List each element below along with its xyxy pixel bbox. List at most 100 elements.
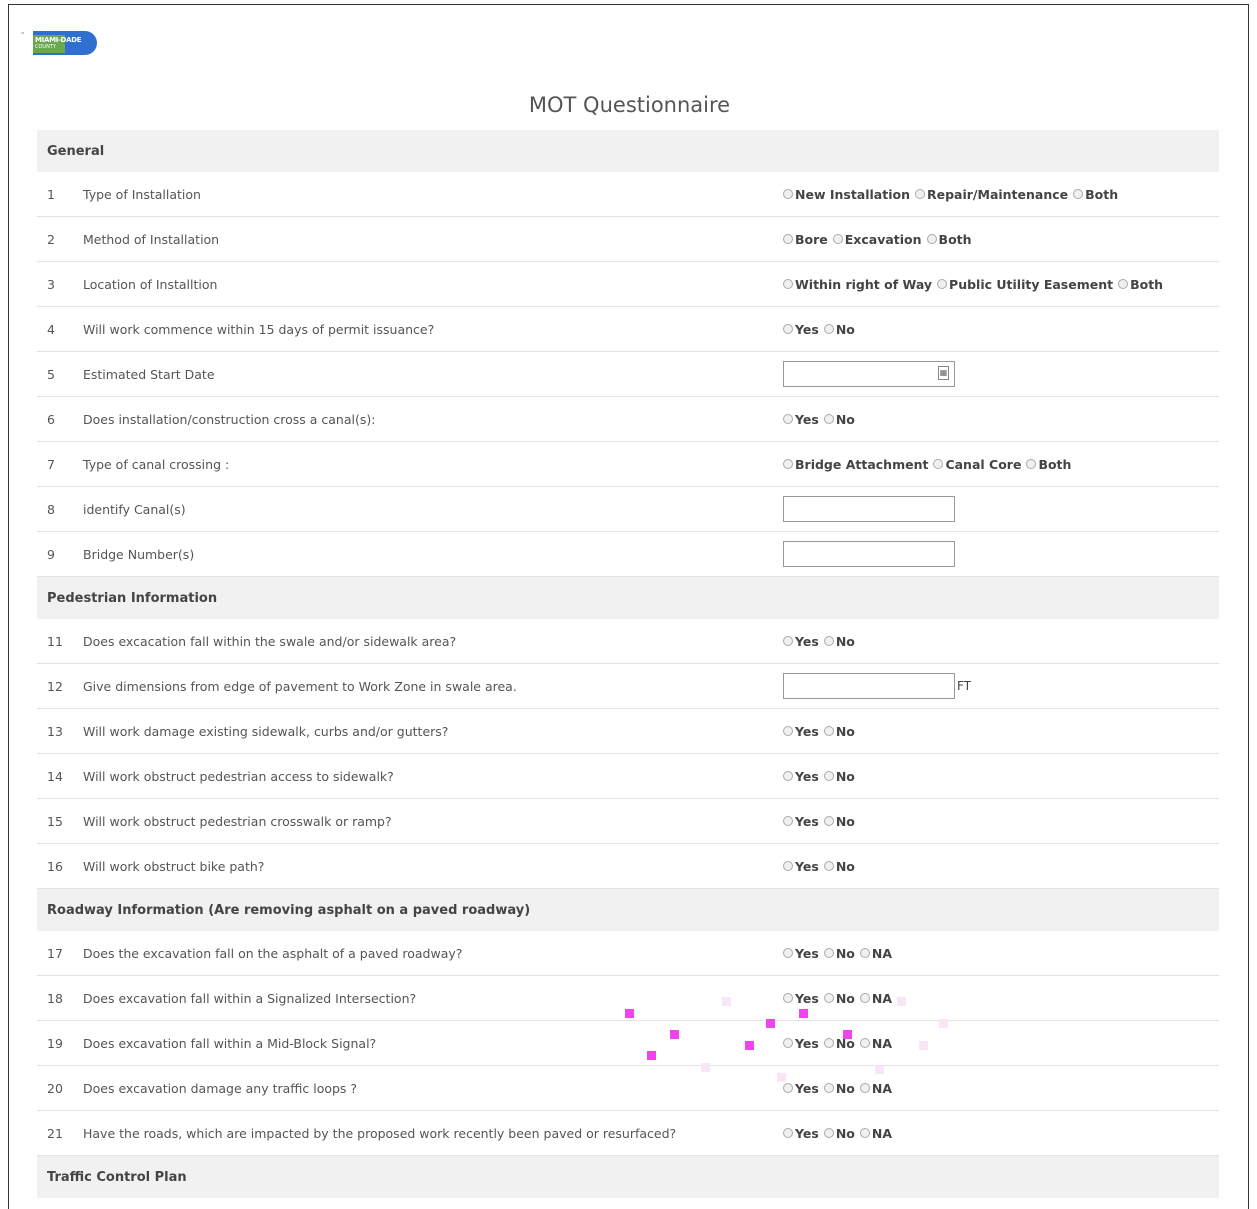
text-input[interactable] [783, 673, 955, 699]
radio-option-label[interactable]: NA [872, 1081, 892, 1096]
radio-option-label[interactable]: NA [872, 1036, 892, 1051]
radio-button[interactable] [859, 993, 870, 1003]
radio-button[interactable] [783, 279, 793, 289]
radio-option-label[interactable]: No [836, 991, 855, 1006]
radio-button[interactable] [783, 414, 793, 424]
radio-button[interactable] [823, 414, 834, 424]
radio-button[interactable] [915, 189, 925, 199]
radio-option-label[interactable]: Yes [795, 322, 819, 337]
radio-option-label[interactable]: Within right of Way [795, 277, 932, 292]
radio-button[interactable] [783, 324, 793, 334]
radio-button[interactable] [783, 816, 793, 826]
radio-button[interactable] [1118, 279, 1129, 289]
radio-button[interactable] [823, 636, 834, 646]
radio-option-label[interactable]: Yes [795, 1126, 819, 1141]
radio-option-label[interactable]: Canal Core [945, 457, 1021, 472]
question-text: Method of Installation [83, 231, 220, 247]
radio-button[interactable] [783, 726, 793, 736]
radio-option-label[interactable]: Yes [795, 859, 819, 874]
radio-option-label[interactable]: NA [872, 1126, 892, 1141]
radio-option-label[interactable]: No [836, 1126, 855, 1141]
radio-button[interactable] [1073, 189, 1084, 199]
radio-option-label[interactable]: No [836, 946, 855, 961]
radio-button[interactable] [823, 1083, 834, 1093]
question-number: 15 [47, 813, 63, 829]
radio-option-label[interactable]: Bridge Attachment [795, 457, 928, 472]
question-text: Have the roads, which are impacted by th… [83, 1125, 677, 1141]
artifact-dot [875, 1065, 884, 1074]
radio-option-label[interactable]: Yes [795, 991, 819, 1006]
question-text: Will work commence within 15 days of per… [83, 321, 435, 337]
radio-button[interactable] [859, 1038, 870, 1048]
radio-button[interactable] [933, 459, 944, 469]
radio-option-label[interactable]: Yes [795, 634, 819, 649]
radio-option-label[interactable]: Yes [795, 814, 819, 829]
question-number: 4 [47, 321, 55, 337]
question-number: 21 [47, 1125, 63, 1141]
radio-option-label[interactable]: Public Utility Easement [949, 277, 1113, 292]
radio-button[interactable] [823, 816, 834, 826]
radio-button[interactable] [783, 1128, 793, 1138]
radio-button[interactable] [783, 861, 793, 871]
radio-option-label[interactable]: No [836, 412, 855, 427]
radio-button[interactable] [783, 1038, 793, 1048]
radio-button[interactable] [823, 948, 834, 958]
question-text: Will work damage existing sidewalk, curb… [83, 723, 449, 739]
radio-button[interactable] [783, 189, 793, 199]
radio-option-label[interactable]: Yes [795, 1036, 819, 1051]
radio-option-label[interactable]: Excavation [845, 232, 922, 247]
radio-button[interactable] [783, 948, 793, 958]
radio-button[interactable] [926, 234, 937, 244]
question-number: 20 [47, 1080, 63, 1096]
radio-option-label[interactable]: No [836, 724, 855, 739]
radio-option-label[interactable]: Yes [795, 769, 819, 784]
text-input[interactable] [783, 496, 955, 522]
radio-option-label[interactable]: No [836, 1081, 855, 1096]
radio-button[interactable] [823, 993, 834, 1003]
text-input[interactable] [783, 541, 955, 567]
radio-button[interactable] [823, 861, 834, 871]
radio-button[interactable] [783, 234, 793, 244]
radio-button[interactable] [783, 771, 793, 781]
start-date-input[interactable]: ▦ [783, 361, 955, 387]
radio-button[interactable] [859, 1128, 870, 1138]
radio-option-label[interactable]: NA [872, 946, 892, 961]
radio-button[interactable] [1026, 459, 1037, 469]
question-number: 5 [47, 366, 55, 382]
radio-button[interactable] [823, 1038, 834, 1048]
radio-option-label[interactable]: Bore [795, 232, 828, 247]
radio-button[interactable] [859, 1083, 870, 1093]
radio-button[interactable] [823, 726, 834, 736]
radio-button[interactable] [832, 234, 843, 244]
radio-button[interactable] [783, 459, 793, 469]
radio-option-label[interactable]: No [836, 322, 855, 337]
calendar-icon[interactable]: ▦ [938, 366, 949, 380]
radio-button[interactable] [937, 279, 948, 289]
radio-option-label[interactable]: No [836, 634, 855, 649]
radio-option-label[interactable]: No [836, 859, 855, 874]
radio-option-label[interactable]: Both [1130, 277, 1163, 292]
radio-button[interactable] [783, 993, 793, 1003]
radio-option-label[interactable]: No [836, 814, 855, 829]
radio-option-label[interactable]: New Installation [795, 187, 910, 202]
radio-option-label[interactable]: No [836, 769, 855, 784]
radio-option-label[interactable]: Yes [795, 412, 819, 427]
radio-button[interactable] [859, 948, 870, 958]
radio-option-label[interactable]: Both [1038, 457, 1071, 472]
radio-button[interactable] [823, 324, 834, 334]
radio-button[interactable] [783, 636, 793, 646]
radio-option-label[interactable]: Yes [795, 946, 819, 961]
radio-option-label[interactable]: Both [939, 232, 972, 247]
radio-option-label[interactable]: Yes [795, 724, 819, 739]
county-logo[interactable]: " MIAMI-DADE COUNTY [21, 31, 101, 57]
radio-option-label[interactable]: Yes [795, 1081, 819, 1096]
radio-button[interactable] [823, 1128, 834, 1138]
question-row: 1 Type of Installation New Installation Rep… [37, 172, 1219, 217]
question-text: Does excavation damage any traffic loops… [83, 1080, 358, 1096]
radio-button[interactable] [783, 1083, 793, 1093]
radio-option-label[interactable]: NA [872, 991, 892, 1006]
question-row: 17 Does the excavation fall on the asphal… [37, 931, 1219, 976]
radio-button[interactable] [823, 771, 834, 781]
radio-option-label[interactable]: Repair/Maintenance [927, 187, 1068, 202]
radio-option-label[interactable]: Both [1085, 187, 1118, 202]
